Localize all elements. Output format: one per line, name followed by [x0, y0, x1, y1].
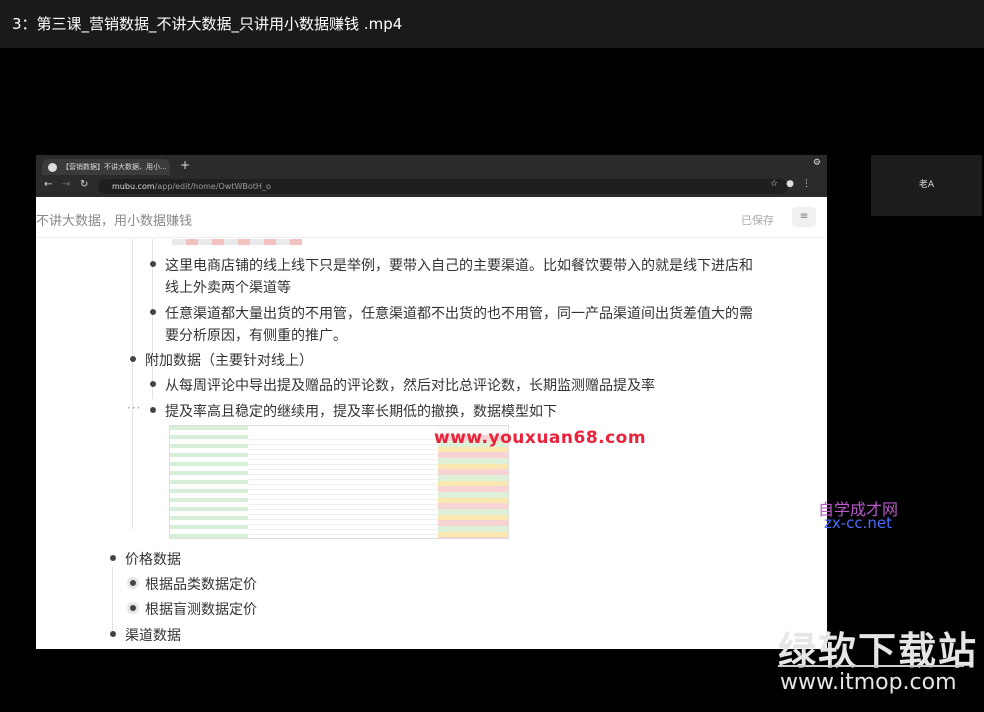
watermark-youxuan: www.youxuan68.com: [434, 428, 647, 448]
bullet-icon[interactable]: [150, 261, 156, 267]
indent-guide: [132, 239, 133, 529]
indent-guide: [112, 567, 113, 637]
collapsed-bullet-icon[interactable]: [127, 602, 139, 614]
video-title: 3：第三课_营销数据_不讲大数据_只讲用小数据赚钱 .mp4: [12, 15, 403, 33]
video-title-bar: 3：第三课_营销数据_不讲大数据_只讲用小数据赚钱 .mp4: [0, 0, 984, 48]
bullet-icon[interactable]: [150, 407, 156, 413]
participant-panel[interactable]: 老A: [871, 155, 982, 216]
collapsed-bullet-icon[interactable]: [127, 577, 139, 589]
bullet-icon[interactable]: [150, 381, 156, 387]
sheet-data-cells: [248, 435, 438, 538]
participant-name: 老A: [918, 180, 935, 190]
more-options-icon[interactable]: ···: [127, 401, 141, 415]
sheet-highlight-columns: [438, 435, 508, 538]
watermark-divider: [778, 665, 964, 667]
outline-content: 这里电商店铺的线上线下只是举例，要带入自己的主要渠道。比如餐饮要带入的就是线下进…: [36, 155, 827, 649]
bullet-icon[interactable]: [110, 555, 116, 561]
watermark-itmop-en: www.itmop.com: [780, 670, 957, 695]
sheet-label-column: [170, 426, 248, 538]
bullet-icon[interactable]: [130, 356, 136, 362]
bullet-icon[interactable]: [150, 309, 156, 315]
watermark-zx-en: zx-cc.net: [824, 514, 893, 532]
bullet-icon[interactable]: [110, 631, 116, 637]
video-frame[interactable]: 【营销数据】不讲大数据、用小... + ⚙ ← → ↻ mubu.com/app…: [36, 155, 827, 649]
